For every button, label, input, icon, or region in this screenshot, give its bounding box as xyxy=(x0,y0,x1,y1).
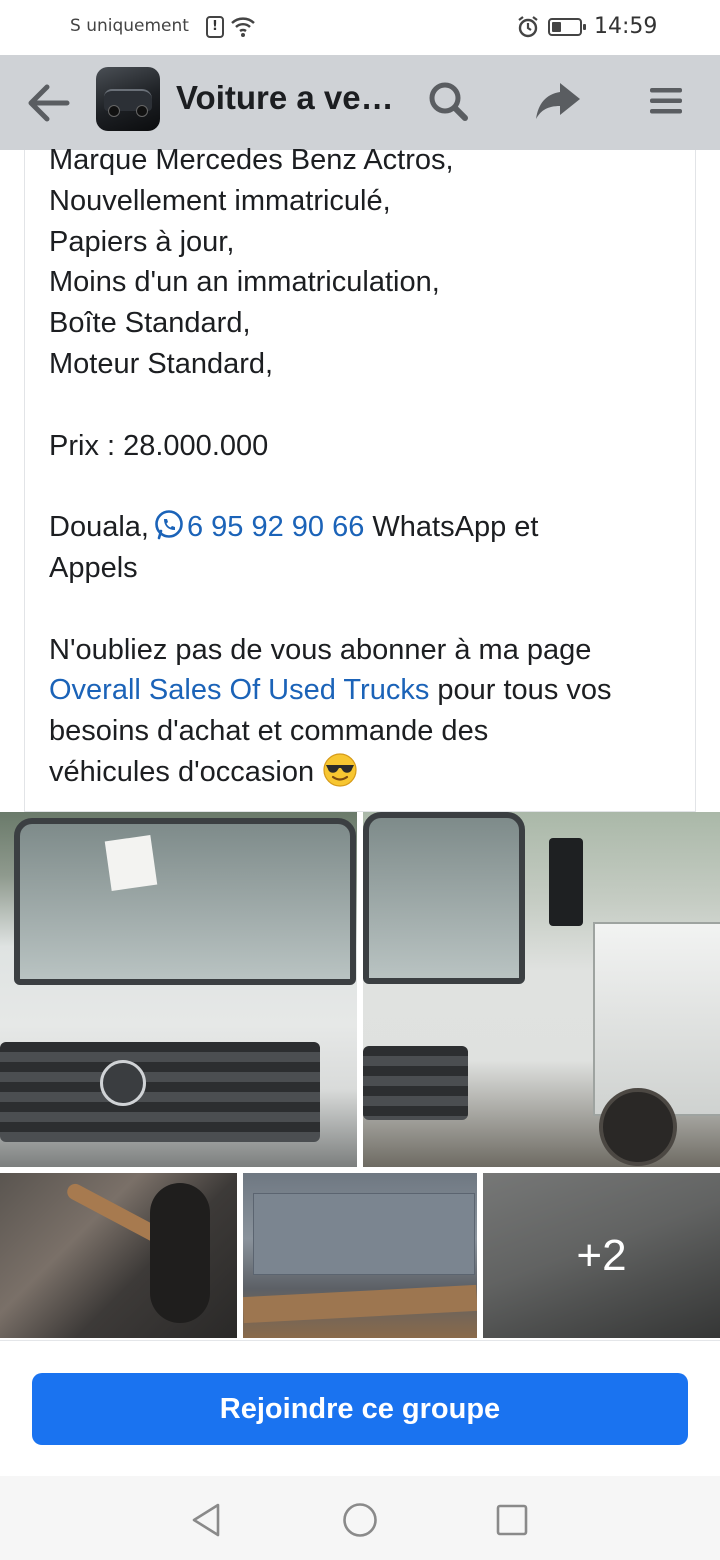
back-button[interactable] xyxy=(22,77,74,129)
cta-line: Overall Sales Of Used Trucks pour tous v… xyxy=(49,670,689,711)
cta-line: N'oubliez pas de vous abonner à ma page xyxy=(49,633,592,666)
share-icon xyxy=(536,83,580,119)
nav-home-button[interactable] xyxy=(338,1498,382,1542)
share-button[interactable] xyxy=(532,75,584,127)
search-button[interactable] xyxy=(422,75,474,127)
menu-icon xyxy=(650,88,682,114)
nav-recents-icon xyxy=(496,1504,528,1536)
wifi-icon xyxy=(230,14,256,42)
post-photo-more[interactable]: +2 xyxy=(483,1173,720,1338)
cta-line: besoins d'achat et commande des xyxy=(49,715,489,748)
cta-text: véhicules d'occasion xyxy=(49,755,315,788)
contact-city: Douala, xyxy=(49,511,149,544)
system-nav-bar xyxy=(0,1476,720,1560)
page-link[interactable]: Overall Sales Of Used Trucks xyxy=(49,674,429,706)
group-title[interactable]: Voiture a ve… xyxy=(176,79,394,117)
group-avatar[interactable] xyxy=(96,67,160,131)
nav-back-button[interactable] xyxy=(184,1498,228,1542)
back-arrow-icon xyxy=(28,84,70,122)
phone-link[interactable]: 6 95 92 90 66 xyxy=(187,511,364,543)
cta-line: véhicules d'occasion xyxy=(49,752,689,793)
post-photo-truck-front[interactable] xyxy=(0,812,357,1167)
post-line: Papiers à jour, xyxy=(49,225,235,258)
more-photos-count: +2 xyxy=(576,1230,627,1280)
post-line: Boîte Standard, xyxy=(49,307,251,340)
contact-line-2: Appels xyxy=(49,551,138,584)
post-photo-truck-side[interactable] xyxy=(363,812,720,1167)
post-line: Nouvellement immatriculé, xyxy=(49,184,391,217)
price-text: Prix : 28.000.000 xyxy=(49,429,269,462)
post-card: Marque Mercedes Benz Actros, Nouvellemen… xyxy=(24,144,696,812)
top-app-bar: Voiture a ve… xyxy=(0,55,720,150)
battery-icon xyxy=(548,18,586,36)
join-group-bar: Rejoindre ce groupe xyxy=(0,1340,720,1477)
join-group-button[interactable]: Rejoindre ce groupe xyxy=(32,1373,688,1445)
post-line: Moins d'un an immatriculation, xyxy=(49,266,440,299)
whatsapp-icon xyxy=(153,509,185,541)
nav-back-icon xyxy=(192,1503,220,1537)
status-bar: S uniquement ! 14:59 xyxy=(0,0,720,55)
post-line: Moteur Standard, xyxy=(49,347,274,380)
nav-home-icon xyxy=(343,1503,377,1537)
cta-text: pour tous vos xyxy=(429,674,612,707)
post-photo-engine[interactable] xyxy=(0,1173,237,1338)
contact-suffix: WhatsApp et xyxy=(364,511,539,544)
post-photo-chassis[interactable] xyxy=(243,1173,477,1338)
alert-icon: ! xyxy=(206,16,224,38)
post-text: Marque Mercedes Benz Actros, Nouvellemen… xyxy=(49,140,689,793)
sunglasses-emoji-icon xyxy=(322,752,358,788)
menu-button[interactable] xyxy=(640,75,692,127)
clock-time: 14:59 xyxy=(594,14,658,39)
more-photos-overlay: +2 xyxy=(483,1173,720,1338)
contact-line: Douala, 6 95 92 90 66 WhatsApp et xyxy=(49,507,689,548)
status-network-text: S uniquement xyxy=(70,16,189,36)
post-line: Marque Mercedes Benz Actros, xyxy=(49,144,454,176)
search-icon xyxy=(429,82,468,121)
nav-recents-button[interactable] xyxy=(490,1498,534,1542)
alarm-icon xyxy=(516,15,540,43)
